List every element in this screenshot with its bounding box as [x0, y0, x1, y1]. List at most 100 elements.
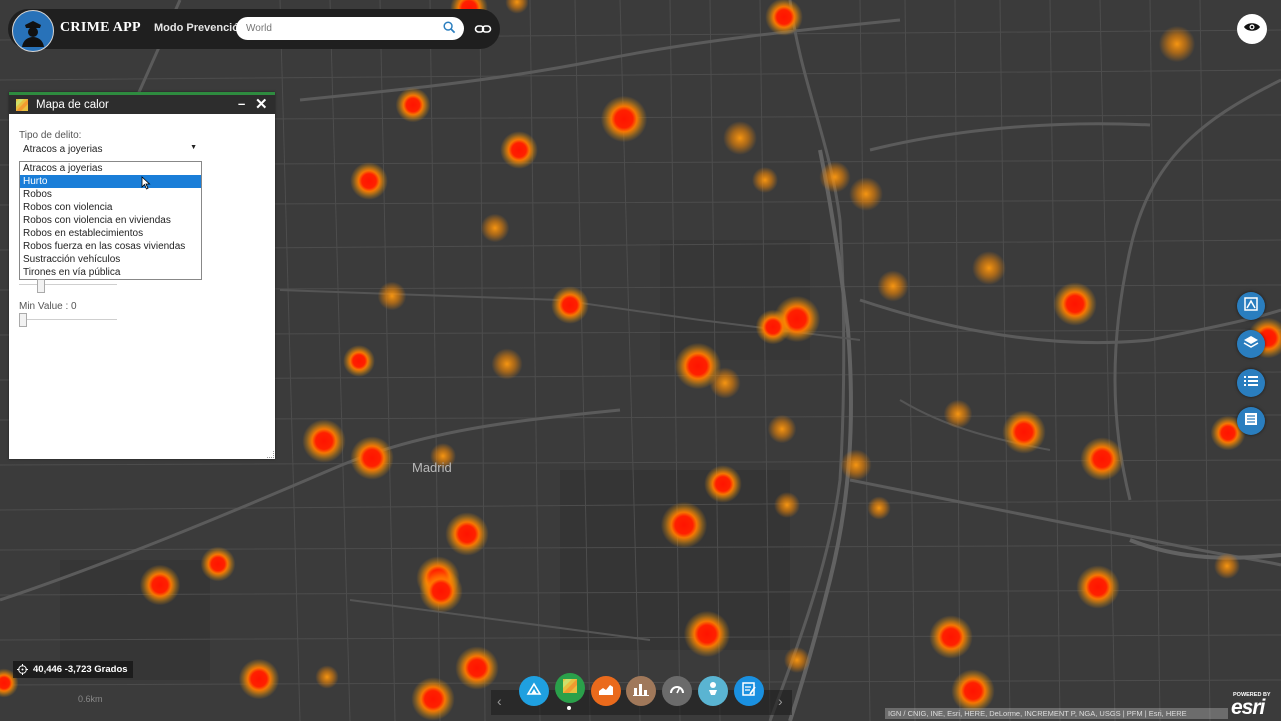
- option-label: Robos con violencia: [23, 202, 113, 213]
- link-icon[interactable]: [474, 20, 492, 43]
- option-robos-establecimientos[interactable]: Robos en establecimientos: [20, 227, 201, 240]
- heat-hotspot: [200, 546, 236, 582]
- heat-hotspot: [455, 646, 499, 690]
- minimize-button[interactable]: –: [238, 96, 245, 111]
- option-robos[interactable]: Robos: [20, 188, 201, 201]
- basemap-icon: [1244, 296, 1258, 316]
- map-attribution: IGN / CNIG, INE, Esri, HERE, DeLorme, IN…: [885, 708, 1228, 719]
- esri-logo: esri: [1231, 696, 1265, 719]
- heat-hotspot: [500, 131, 538, 169]
- heat-hotspot-faint: [767, 414, 797, 444]
- option-label: Robos en establecimientos: [23, 228, 144, 239]
- option-tirones-via-publica[interactable]: Tirones en vía pública: [20, 266, 201, 279]
- option-label: Robos: [23, 189, 52, 200]
- heat-hotspot: [1002, 410, 1046, 454]
- heatmap-icon: [562, 678, 578, 699]
- heat-hotspot-faint: [491, 348, 523, 380]
- option-label: Hurto: [23, 176, 48, 187]
- heat-hotspot-faint: [377, 281, 407, 311]
- crosshair-icon[interactable]: [17, 664, 28, 678]
- measure-icon: [526, 681, 542, 701]
- heat-hotspot: [350, 436, 394, 480]
- option-robos-fuerza-viviendas[interactable]: Robos fuerza en las cosas viviendas: [20, 240, 201, 253]
- layers-button[interactable]: [1237, 330, 1265, 358]
- min-value-label: Min Value : 0: [19, 301, 77, 312]
- heat-hotspot: [238, 658, 280, 700]
- heat-hotspot-faint: [972, 251, 1006, 285]
- search-box[interactable]: [236, 17, 464, 40]
- resize-grip-icon[interactable]: [267, 451, 274, 458]
- gauge-icon: [669, 682, 685, 701]
- gauge-button[interactable]: [662, 676, 692, 706]
- option-robos-violencia-viviendas[interactable]: Robos con violencia en viviendas: [20, 214, 201, 227]
- basemap-button[interactable]: [1237, 292, 1265, 320]
- heat-hotspot: [419, 569, 463, 613]
- crime-type-select[interactable]: Atracos a joyerias ▼: [19, 143, 200, 158]
- search-icon[interactable]: [443, 21, 456, 39]
- option-label: Robos con violencia en viviendas: [23, 215, 171, 226]
- radius-slider-handle[interactable]: [37, 279, 45, 293]
- heat-hotspot: [600, 95, 648, 143]
- option-label: Robos fuerza en las cosas viviendas: [23, 241, 186, 252]
- report-button[interactable]: [734, 676, 764, 706]
- heat-hotspot: [551, 286, 589, 324]
- coordinates-readout: 40,446 -3,723 Grados: [13, 661, 133, 678]
- user-location-button[interactable]: [698, 676, 728, 706]
- chart-button[interactable]: [591, 676, 621, 706]
- heat-hotspot-faint: [315, 665, 339, 689]
- heat-hotspot-faint: [752, 167, 778, 193]
- heatmap-panel: Mapa de calor – ✕ Tipo de delito: Atraco…: [9, 92, 275, 459]
- option-label: Atracos a joyerias: [23, 163, 103, 174]
- legend-button[interactable]: [1237, 369, 1265, 397]
- measure-button[interactable]: [519, 676, 549, 706]
- crime-type-options[interactable]: Atracos a joyerias Hurto Robos Robos con…: [19, 161, 202, 280]
- heat-hotspot: [350, 162, 388, 200]
- min-value-slider-handle[interactable]: [19, 313, 27, 327]
- app-logo: [12, 10, 54, 52]
- heat-hotspot: [929, 615, 973, 659]
- heat-hotspot: [683, 610, 731, 658]
- heat-hotspot: [343, 345, 375, 377]
- eye-icon: [1243, 20, 1261, 38]
- heat-hotspot-faint: [867, 496, 891, 520]
- app-subtitle: Modo Prevención: [154, 22, 246, 34]
- heat-hotspot-faint: [723, 121, 757, 155]
- search-input[interactable]: [246, 19, 431, 37]
- option-sustraccion-vehiculos[interactable]: Sustracción vehículos: [20, 253, 201, 266]
- heat-hotspot: [755, 309, 791, 345]
- heat-hotspot: [1080, 437, 1124, 481]
- heat-hotspot-faint: [480, 213, 510, 243]
- panel-header[interactable]: Mapa de calor – ✕: [9, 95, 275, 114]
- close-button[interactable]: ✕: [255, 95, 268, 113]
- heat-hotspot-faint: [943, 399, 973, 429]
- heat-hotspot: [302, 419, 346, 463]
- heat-hotspot: [395, 87, 431, 123]
- heatmap-button[interactable]: [555, 673, 585, 703]
- attribute-table-button[interactable]: [1237, 407, 1265, 435]
- option-robos-con-violencia[interactable]: Robos con violencia: [20, 201, 201, 214]
- option-label: Sustracción vehículos: [23, 254, 121, 265]
- legend-icon: [1244, 374, 1258, 392]
- heat-hotspot: [139, 564, 181, 606]
- heat-hotspot-faint: [709, 367, 741, 399]
- heat-hotspot-faint: [849, 177, 883, 211]
- min-value-slider-track[interactable]: [19, 319, 117, 320]
- coordinates-text: 40,446 -3,723 Grados: [33, 664, 128, 675]
- option-atracos-joyerias[interactable]: Atracos a joyerias: [20, 162, 201, 175]
- heat-hotspot: [951, 669, 995, 713]
- option-label: Tirones en vía pública: [23, 267, 121, 278]
- heat-hotspot: [1053, 282, 1097, 326]
- panel-title: Mapa de calor: [36, 99, 109, 111]
- heat-hotspot-faint: [1214, 553, 1240, 579]
- heat-hotspot: [660, 501, 708, 549]
- user-location-icon: [706, 681, 720, 702]
- option-hurto[interactable]: Hurto: [20, 175, 201, 190]
- eye-button[interactable]: [1237, 14, 1267, 44]
- heat-hotspot-faint: [819, 161, 851, 193]
- dock-next-icon[interactable]: ›: [778, 693, 783, 709]
- statistics-button[interactable]: [626, 676, 656, 706]
- heat-hotspot-faint: [784, 647, 810, 673]
- heat-hotspot: [445, 512, 489, 556]
- dock-previous-icon[interactable]: ‹: [497, 693, 502, 709]
- radius-slider-track[interactable]: [19, 284, 117, 285]
